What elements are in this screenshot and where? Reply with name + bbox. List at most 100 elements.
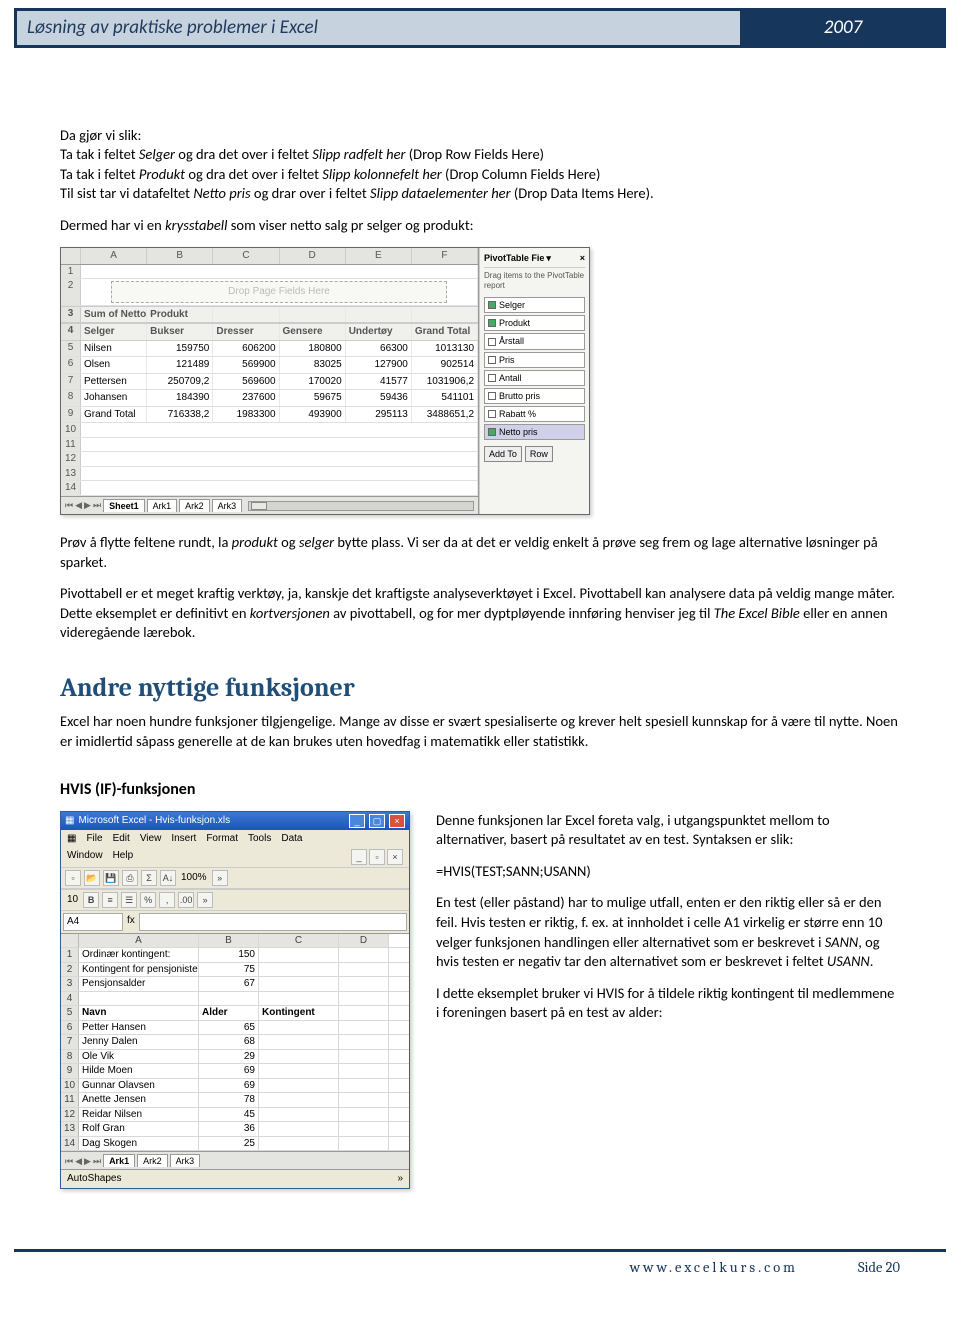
row-area-button[interactable]: Row xyxy=(525,446,553,462)
minimize-button[interactable]: _ xyxy=(349,814,365,828)
row-header[interactable]: 4 xyxy=(61,992,79,1006)
tab-nav-first-icon[interactable]: ⏮ xyxy=(65,499,73,511)
cell[interactable] xyxy=(199,992,259,1006)
formula-input[interactable] xyxy=(139,913,407,931)
select-all-corner[interactable] xyxy=(61,248,81,264)
cell[interactable]: Alder xyxy=(199,1006,259,1020)
cell[interactable] xyxy=(259,1108,339,1122)
row-header[interactable]: 8 xyxy=(61,1050,79,1064)
cell[interactable] xyxy=(339,1108,389,1122)
horizontal-scrollbar[interactable] xyxy=(248,501,474,511)
col-header[interactable]: D xyxy=(280,248,346,264)
menu-item[interactable]: View xyxy=(140,832,162,846)
cell[interactable]: 67 xyxy=(199,977,259,991)
row-header[interactable]: 14 xyxy=(61,1137,79,1151)
col-header[interactable]: A xyxy=(79,934,199,948)
cell[interactable] xyxy=(339,1093,389,1107)
cell[interactable] xyxy=(339,948,389,962)
close-button[interactable]: × xyxy=(389,814,405,828)
row-header[interactable]: 3 xyxy=(61,977,79,991)
checkbox-icon[interactable] xyxy=(488,392,496,400)
col-header[interactable]: E xyxy=(346,248,412,264)
row-header[interactable]: 12 xyxy=(61,1108,79,1122)
pivot-col-field[interactable]: Produkt xyxy=(147,307,213,323)
cell[interactable]: 36 xyxy=(199,1122,259,1136)
align-left-icon[interactable]: ≡ xyxy=(102,892,118,908)
cell[interactable] xyxy=(259,1122,339,1136)
percent-icon[interactable]: % xyxy=(140,892,156,908)
row-header[interactable]: 2 xyxy=(61,279,81,305)
sheet-tab[interactable]: Ark3 xyxy=(212,499,243,512)
cell[interactable]: 69 xyxy=(199,1079,259,1093)
dropdown-icon[interactable]: ▾ xyxy=(546,252,551,264)
cell[interactable] xyxy=(259,1035,339,1049)
bold-icon[interactable]: B xyxy=(83,892,99,908)
cell[interactable] xyxy=(259,963,339,977)
cell[interactable] xyxy=(259,948,339,962)
cell[interactable]: 68 xyxy=(199,1035,259,1049)
col-header[interactable]: D xyxy=(339,934,389,948)
pivot-corner[interactable]: Sum of Netto pris xyxy=(81,307,147,323)
row-header[interactable]: 13 xyxy=(61,1122,79,1136)
checkbox-icon[interactable] xyxy=(488,301,496,309)
menu-item[interactable]: Insert xyxy=(171,832,196,846)
row-header[interactable]: 6 xyxy=(61,357,81,373)
pivot-field-item[interactable]: Produkt xyxy=(484,315,585,331)
row-header[interactable]: 6 xyxy=(61,1021,79,1035)
cell[interactable]: Pensjonsalder xyxy=(79,977,199,991)
cell[interactable] xyxy=(339,1035,389,1049)
row-header[interactable]: 1 xyxy=(61,265,81,279)
cell[interactable]: Jenny Dalen xyxy=(79,1035,199,1049)
row-header[interactable]: 12 xyxy=(61,452,81,466)
sheet-tab[interactable]: Sheet1 xyxy=(103,499,145,512)
row-header[interactable]: 2 xyxy=(61,963,79,977)
cell[interactable]: Anette Jensen xyxy=(79,1093,199,1107)
cell[interactable] xyxy=(339,1079,389,1093)
zoom-box[interactable]: 100% xyxy=(179,871,209,885)
tab-nav-prev-icon[interactable]: ◀ xyxy=(75,499,82,511)
toolbar-overflow-icon[interactable]: » xyxy=(197,892,213,908)
row-header[interactable]: 1 xyxy=(61,948,79,962)
doc-restore-icon[interactable]: ▫ xyxy=(369,849,385,865)
cell[interactable]: 45 xyxy=(199,1108,259,1122)
merge-icon[interactable]: ☰ xyxy=(121,892,137,908)
pivot-field-item[interactable]: Selger xyxy=(484,297,585,313)
cell[interactable] xyxy=(259,1021,339,1035)
row-header[interactable]: 8 xyxy=(61,390,81,406)
cell[interactable]: Ole Vik xyxy=(79,1050,199,1064)
col-header[interactable]: F xyxy=(412,248,478,264)
sum-icon[interactable]: Σ xyxy=(141,870,157,886)
sheet-tab[interactable]: Ark1 xyxy=(103,1154,135,1167)
col-header[interactable]: B xyxy=(147,248,213,264)
cell[interactable]: 69 xyxy=(199,1064,259,1078)
row-header[interactable]: 11 xyxy=(61,438,81,452)
checkbox-icon[interactable] xyxy=(488,338,496,346)
pivot-field-item[interactable]: Brutto pris xyxy=(484,388,585,404)
cell[interactable] xyxy=(339,1050,389,1064)
tab-nav-last-icon[interactable]: ⏭ xyxy=(93,499,101,511)
maximize-button[interactable]: ▢ xyxy=(369,814,385,828)
cell[interactable]: 150 xyxy=(199,948,259,962)
row-header[interactable]: 7 xyxy=(61,374,81,390)
cell[interactable] xyxy=(259,1064,339,1078)
tab-nav-last-icon[interactable]: ⏭ xyxy=(93,1155,101,1167)
cell[interactable]: Rolf Gran xyxy=(79,1122,199,1136)
sort-icon[interactable]: A↓ xyxy=(160,870,176,886)
sheet-tab[interactable]: Ark1 xyxy=(147,499,178,512)
cell[interactable] xyxy=(259,992,339,1006)
cell[interactable] xyxy=(259,1137,339,1151)
cell[interactable] xyxy=(339,963,389,977)
cell[interactable]: Kontingent xyxy=(259,1006,339,1020)
checkbox-icon[interactable] xyxy=(488,410,496,418)
cell[interactable] xyxy=(339,1006,389,1020)
print-icon[interactable]: ⎙ xyxy=(122,870,138,886)
tab-nav-next-icon[interactable]: ▶ xyxy=(84,499,91,511)
row-header[interactable]: 4 xyxy=(61,324,81,340)
cell[interactable] xyxy=(339,1064,389,1078)
scroll-thumb[interactable] xyxy=(251,502,267,510)
cell[interactable]: 78 xyxy=(199,1093,259,1107)
decimal-inc-icon[interactable]: .00 xyxy=(178,892,194,908)
menu-item[interactable]: File xyxy=(86,832,102,846)
sheet-tab[interactable]: Ark2 xyxy=(179,499,210,512)
cell[interactable]: Dag Skogen xyxy=(79,1137,199,1151)
